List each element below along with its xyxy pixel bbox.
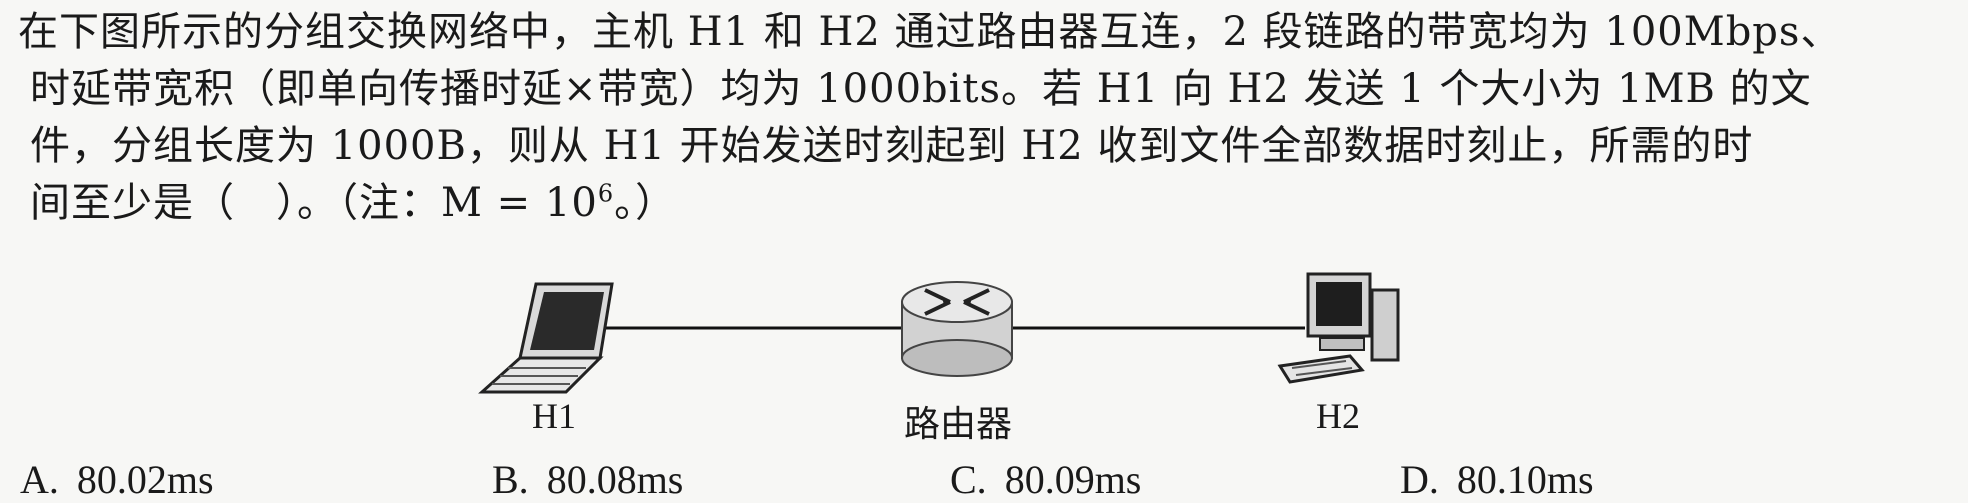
choice-c[interactable]: C. 80.09ms (950, 456, 1141, 503)
h2-label: H2 (1316, 396, 1360, 436)
network-diagram: H1 路由器 H2 (0, 260, 1968, 444)
choice-a[interactable]: A. 80.02ms (20, 456, 214, 503)
question-line-last: 间至少是（ ）。（注：M = 106。） (18, 175, 1958, 232)
question-line-suffix: 。） (614, 180, 677, 226)
choice-text: 80.02ms (76, 457, 214, 502)
choice-b[interactable]: B. 80.08ms (492, 456, 683, 503)
choice-letter: A. (20, 457, 59, 502)
router-label: 路由器 (904, 404, 1013, 444)
answer-choices: A. 80.02ms B. 80.08ms C. 80.09ms D. 80.10ms (0, 456, 1968, 502)
choice-text: 80.10ms (1456, 457, 1594, 502)
choice-text: 80.08ms (546, 457, 684, 502)
choice-d[interactable]: D. 80.10ms (1400, 456, 1594, 503)
exponent: 6 (597, 179, 615, 208)
laptop-icon (478, 282, 614, 394)
choice-letter: D. (1400, 457, 1439, 502)
choice-text: 80.09ms (1004, 457, 1142, 502)
choice-letter: C. (950, 457, 987, 502)
router-icon (901, 281, 1013, 377)
choice-letter: B. (492, 457, 529, 502)
question-line: 时延带宽积（即单向传播时延×带宽）均为 1000bits。若 H1 向 H2 发… (30, 66, 1812, 112)
h1-label: H1 (532, 396, 576, 436)
question-line: 件，分组长度为 1000B，则从 H1 开始发送时刻起到 H2 收到文件全部数据… (30, 123, 1754, 169)
question-line: 在下图所示的分组交换网络中，主机 H1 和 H2 通过路由器互连，2 段链路的带… (18, 9, 1842, 55)
question-line-prefix: 间至少是（ ）。（注：M = 10 (30, 180, 598, 226)
question-text: 在下图所示的分组交换网络中，主机 H1 和 H2 通过路由器互连，2 段链路的带… (18, 4, 1958, 232)
